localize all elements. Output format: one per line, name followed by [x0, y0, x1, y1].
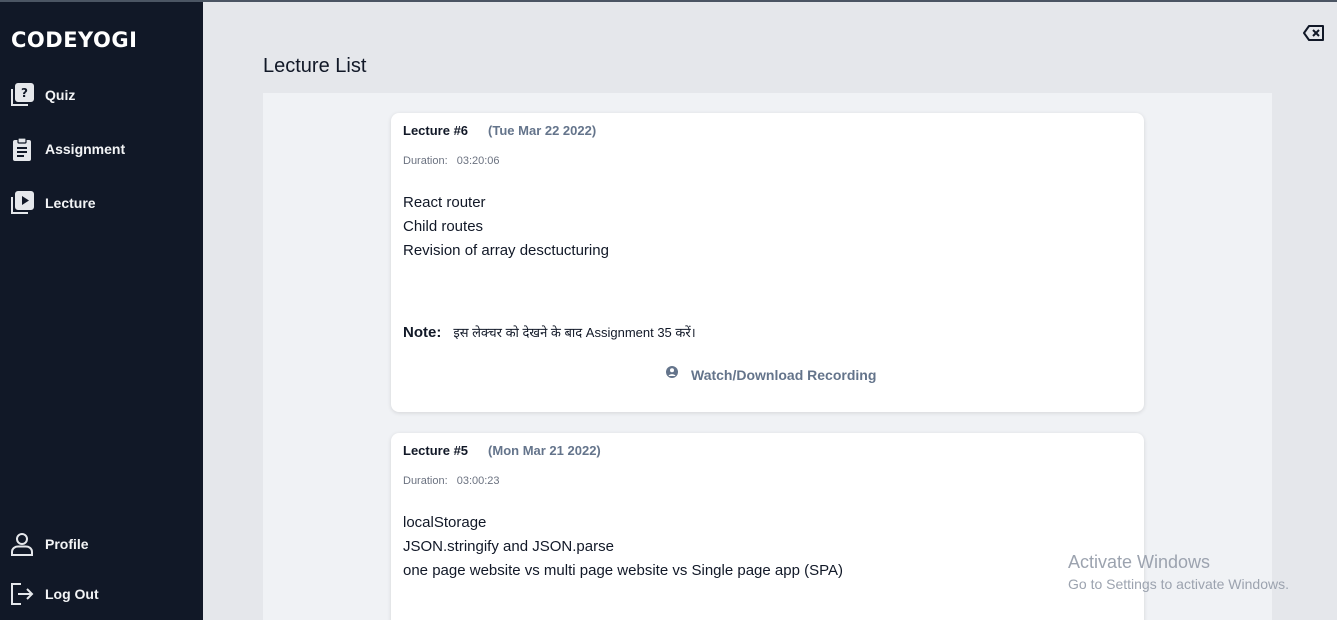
activate-windows-watermark: Activate Windows Go to Settings to activ…	[1068, 552, 1289, 592]
lecture-card: Lecture #6 (Tue Mar 22 2022) Duration: 0…	[391, 113, 1144, 412]
sidebar-item-assignment[interactable]: Assignment	[9, 135, 125, 163]
topic-item: Child routes	[403, 218, 484, 235]
topic-item: JSON.stringify and JSON.parse	[403, 538, 614, 555]
watermark-subtitle: Go to Settings to activate Windows.	[1068, 576, 1289, 592]
lecture-number: Lecture #6	[403, 123, 469, 138]
quiz-icon: ?	[9, 82, 35, 108]
brand-logo: CODEYOGI	[11, 28, 138, 52]
lecture-number: Lecture #5	[403, 443, 469, 458]
logout-icon	[9, 581, 35, 607]
sidebar-item-label: Log Out	[45, 586, 99, 602]
page-title: Lecture List	[263, 55, 367, 77]
lecture-date: (Tue Mar 22 2022)	[488, 123, 597, 138]
sidebar: CODEYOGI ? Quiz Assignment Lecture Profi…	[0, 2, 203, 620]
watermark-title: Activate Windows	[1068, 552, 1211, 572]
lecture-topics: localStorage JSON.stringify and JSON.par…	[403, 511, 843, 583]
topic-item: Revision of array desctucturing	[403, 242, 609, 259]
sidebar-item-label: Assignment	[45, 141, 126, 157]
sidebar-item-label: Profile	[45, 536, 89, 552]
lecture-header: Lecture #6 (Tue Mar 22 2022)	[403, 123, 596, 138]
duration-label: Duration:	[403, 155, 448, 167]
note-label: Note:	[403, 324, 442, 341]
topic-item: localStorage	[403, 514, 487, 531]
sidebar-item-lecture[interactable]: Lecture	[9, 189, 96, 217]
duration-value: 03:00:23	[456, 475, 500, 487]
watch-download-button[interactable]: Watch/Download Recording	[665, 365, 876, 384]
duration-label: Duration:	[403, 475, 448, 487]
duration-value: 03:20:06	[456, 155, 500, 167]
svg-text:?: ?	[21, 86, 28, 100]
lecture-duration: Duration: 03:00:23	[403, 475, 500, 487]
lecture-topics: React router Child routes Revision of ar…	[403, 191, 609, 263]
backspace-icon[interactable]	[1303, 24, 1325, 42]
lecture-date: (Mon Mar 21 2022)	[488, 443, 601, 458]
watch-download-label: Watch/Download Recording	[691, 366, 877, 383]
user-icon	[9, 531, 35, 557]
sidebar-item-label: Quiz	[45, 87, 76, 103]
lecture-card: Lecture #5 (Mon Mar 21 2022) Duration: 0…	[391, 433, 1144, 620]
topic-item: React router	[403, 194, 486, 211]
lecture-duration: Duration: 03:20:06	[403, 155, 500, 167]
video-icon	[9, 190, 35, 216]
note-text: इस लेक्चर को देखने के बाद Assignment 35 …	[453, 325, 696, 340]
info-icon	[665, 365, 679, 384]
lecture-list: Lecture #6 (Tue Mar 22 2022) Duration: 0…	[263, 93, 1272, 620]
clipboard-icon	[9, 136, 35, 162]
sidebar-item-quiz[interactable]: ? Quiz	[9, 81, 75, 109]
topic-item: one page website vs multi page website v…	[403, 562, 843, 579]
sidebar-item-label: Lecture	[45, 195, 96, 211]
lecture-note: Note: इस लेक्चर को देखने के बाद Assignme…	[403, 323, 696, 341]
sidebar-item-logout[interactable]: Log Out	[9, 580, 99, 608]
sidebar-item-profile[interactable]: Profile	[9, 530, 89, 558]
lecture-header: Lecture #5 (Mon Mar 21 2022)	[403, 443, 601, 458]
